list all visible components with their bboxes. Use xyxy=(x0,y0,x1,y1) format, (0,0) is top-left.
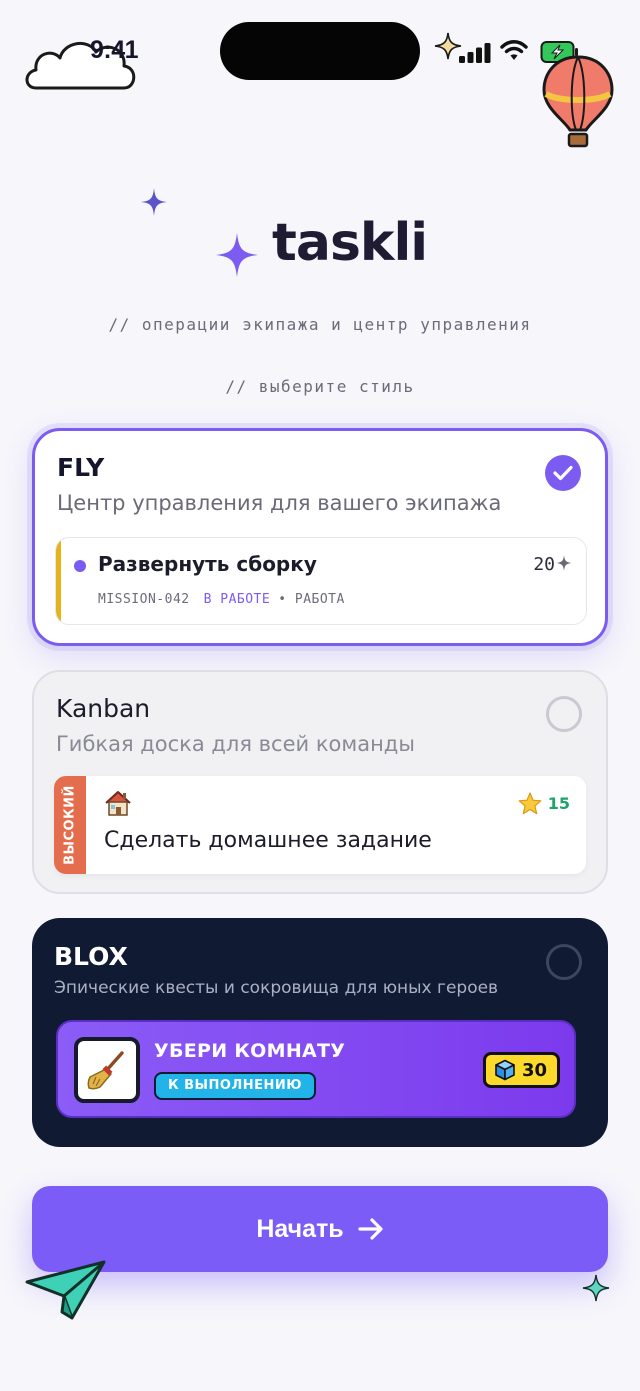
preview-task-card: Развернуть сборку 20 MISSION-042 В РАБОТЕ… xyxy=(55,537,587,625)
points-value: 20 xyxy=(533,554,555,575)
start-button-label: Начать xyxy=(256,1214,344,1243)
points-value: 15 xyxy=(547,794,570,813)
task-name: Развернуть сборку xyxy=(98,552,317,576)
sparkle-points-icon xyxy=(556,555,572,571)
star-icon xyxy=(518,792,542,815)
task-status: В РАБОТЕ xyxy=(203,592,271,607)
paper-plane-icon xyxy=(25,1260,106,1320)
dynamic-island xyxy=(220,22,420,80)
task-points: 30 xyxy=(482,1052,560,1088)
sparkle-teal-icon xyxy=(582,1274,610,1302)
task-status-badge: К ВЫПОЛНЕНИЮ xyxy=(154,1072,317,1100)
style-subtitle: Эпические квесты и сокровища для юных ге… xyxy=(54,978,499,998)
app-tagline: // операции экипажа и центр управления xyxy=(108,315,532,334)
task-name: УБЕРИ КОМНАТУ xyxy=(154,1040,346,1062)
task-id: MISSION-042 xyxy=(98,592,190,607)
house-icon xyxy=(105,791,131,816)
start-button[interactable]: Начать xyxy=(32,1186,608,1272)
style-option-fly[interactable]: FLY Центр управления для вашего экипажа … xyxy=(32,428,608,646)
style-option-kanban[interactable]: Kanban Гибкая доска для всей команды ВЫС… xyxy=(32,670,608,894)
checkmark-icon xyxy=(553,465,573,481)
style-option-blox[interactable]: BLOX Эпические квесты и сокровища для юн… xyxy=(32,918,608,1147)
task-points: 20 xyxy=(533,554,572,575)
task-points: 15 xyxy=(518,792,570,815)
radio-unselected[interactable] xyxy=(546,944,582,980)
sparkle-decoration-icon xyxy=(141,188,167,216)
hot-air-balloon-icon xyxy=(542,55,614,148)
app-logo-text: taskli xyxy=(272,213,428,273)
broom-icon xyxy=(87,1051,124,1090)
arrow-right-icon xyxy=(358,1218,383,1240)
priority-label: ВЫСОКИЙ xyxy=(62,785,78,865)
task-meta: MISSION-042 В РАБОТЕ • РАБОТА xyxy=(98,592,345,607)
preview-task-card: ВЫСОКИЙ Сделать домашнее задание 15 xyxy=(54,776,586,874)
logo-star-icon xyxy=(216,233,258,277)
wifi-icon xyxy=(500,40,528,60)
task-status-dot xyxy=(74,560,86,572)
style-title: FLY xyxy=(57,453,105,482)
priority-badge: ВЫСОКИЙ xyxy=(54,776,86,874)
radio-selected[interactable] xyxy=(545,455,581,491)
style-title: BLOX xyxy=(54,942,128,971)
cellular-signal-icon xyxy=(459,43,491,63)
style-subtitle: Гибкая доска для всей команды xyxy=(56,732,415,756)
preview-task-card: УБЕРИ КОМНАТУ К ВЫПОЛНЕНИЮ 30 xyxy=(56,1020,576,1118)
task-tag: • РАБОТА xyxy=(278,592,345,607)
task-icon-tile xyxy=(74,1037,140,1103)
cube-gem-icon xyxy=(495,1059,515,1081)
task-name: Сделать домашнее задание xyxy=(104,828,432,853)
style-subtitle: Центр управления для вашего экипажа xyxy=(57,491,502,515)
choose-style-label: // выберите стиль xyxy=(225,377,415,396)
sparkle-icon xyxy=(434,32,462,60)
task-accent-bar xyxy=(56,538,61,624)
radio-unselected[interactable] xyxy=(546,696,582,732)
style-title: Kanban xyxy=(56,694,151,723)
points-value: 30 xyxy=(521,1059,547,1081)
status-time: 9:41 xyxy=(90,36,139,64)
